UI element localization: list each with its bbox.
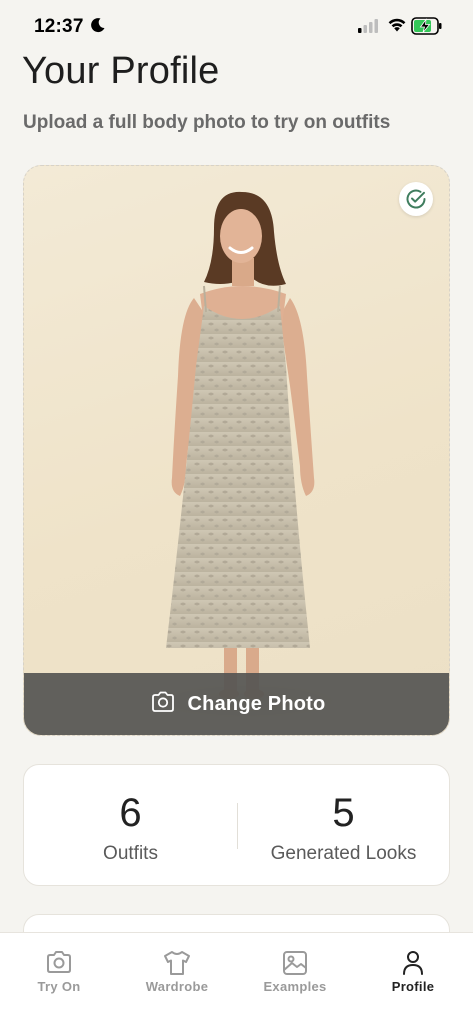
shirt-icon	[118, 949, 236, 977]
stat-outfits: 6 Outfits	[24, 765, 237, 887]
tab-label: Profile	[391, 979, 435, 994]
tab-label: Examples	[263, 979, 327, 994]
tab-label: Wardrobe	[145, 979, 209, 994]
stat-label: Generated Looks	[270, 843, 417, 864]
tab-try-on[interactable]: Try On	[0, 933, 118, 1024]
image-icon	[236, 949, 354, 977]
full-body-photo	[151, 191, 341, 719]
page-title: Your Profile	[22, 50, 220, 92]
change-photo-label: Change Photo	[187, 692, 326, 715]
stat-value: 6	[119, 791, 142, 835]
status-bar: 12:37	[0, 0, 473, 52]
tab-examples[interactable]: Examples	[236, 933, 354, 1024]
tab-profile[interactable]: Profile	[354, 933, 472, 1024]
tab-wardrobe[interactable]: Wardrobe	[118, 933, 236, 1024]
camera-icon	[0, 949, 118, 977]
battery-charging-icon	[411, 17, 443, 40]
check-circle-icon	[399, 182, 433, 216]
page-subtitle: Upload a full body photo to try on outfi…	[23, 112, 391, 133]
stat-value: 5	[332, 791, 355, 835]
person-icon	[354, 949, 472, 977]
stats-card: 6 Outfits 5 Generated Looks	[23, 764, 450, 886]
tab-label: Try On	[37, 979, 81, 994]
cellular-signal-icon	[358, 19, 380, 38]
moon-icon	[90, 17, 106, 38]
profile-photo-card[interactable]: Change Photo	[23, 165, 450, 736]
profile-screen: 12:37 Your Profile Upload a full body ph…	[0, 0, 473, 1024]
camera-icon	[150, 691, 176, 718]
tab-bar: Try On Wardrobe Examples Profile	[0, 932, 473, 1024]
change-photo-button[interactable]: Change Photo	[24, 673, 449, 735]
status-time: 12:37	[34, 16, 84, 37]
stat-generated-looks: 5 Generated Looks	[237, 765, 450, 887]
wifi-icon	[387, 17, 407, 38]
stat-label: Outfits	[103, 843, 158, 864]
